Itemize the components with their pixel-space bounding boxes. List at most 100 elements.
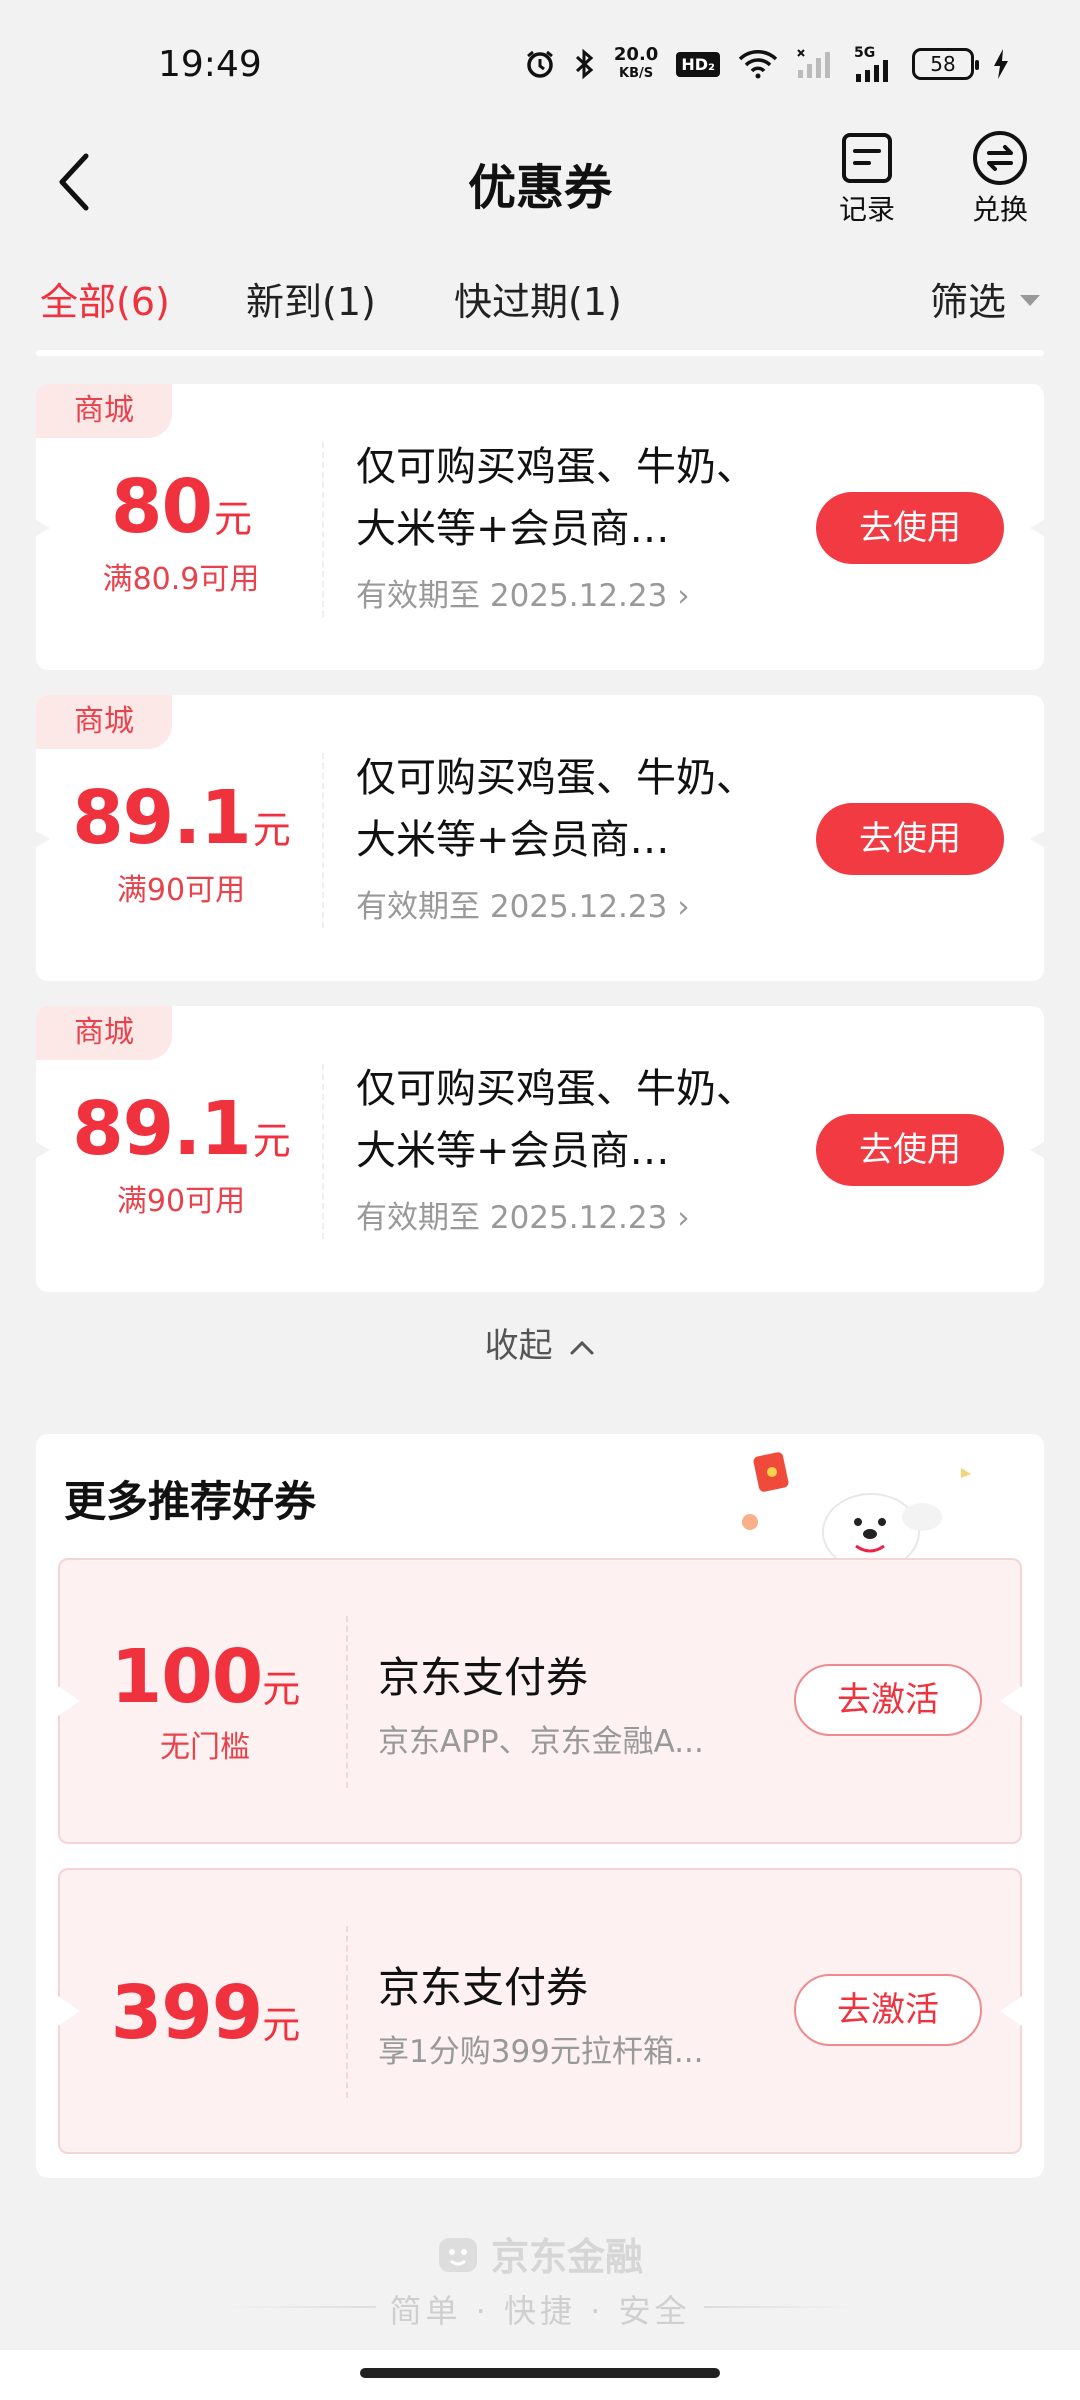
coupon-title: 仅可购买鸡蛋、牛奶、大米等+会员商… (356, 755, 756, 863)
validity-text: 有效期至 2025.12.23 (356, 889, 668, 925)
header: 优惠券 记录 兑换 (0, 130, 1080, 250)
coupon-amount-box: 80元 满80.9可用 (36, 464, 326, 598)
footer-slogan: 简单 · 快捷 · 安全 (389, 2292, 691, 2330)
chevron-up-icon (570, 1340, 594, 1354)
divider (322, 1064, 324, 1239)
network-speed: 20.0 KB/S (614, 46, 658, 82)
divider (346, 1616, 348, 1788)
recommend-amount-box: 399元 (60, 1970, 350, 2056)
activate-button[interactable]: 去激活 (794, 1974, 982, 2046)
dropdown-triangle-icon (1020, 295, 1040, 306)
collapse-button[interactable]: 收起 (0, 1318, 1080, 1367)
alarm-icon (524, 48, 556, 80)
mascot-illustration (736, 1442, 996, 1572)
charging-icon (992, 48, 1010, 80)
coupon-tag: 商城 (36, 384, 172, 438)
hd-badge: HD₂ (676, 51, 720, 77)
use-coupon-button[interactable]: 去使用 (816, 1114, 1004, 1186)
bluetooth-icon (574, 48, 596, 80)
signal-5g-icon: 5G (854, 46, 894, 82)
coupon-amount: 80元 (36, 464, 326, 550)
divider (322, 442, 324, 617)
coupon-tag: 商城 (36, 695, 172, 749)
recommend-amount: 100元 (60, 1634, 350, 1720)
coupon-tabs: 全部(6) 新到(1) 快过期(1) 筛选 (0, 255, 1080, 345)
recommend-amount-box: 100元 无门槛 (60, 1634, 350, 1766)
status-bar: 19:49 20.0 KB/S HD₂ 5G 58 (0, 0, 1080, 130)
exchange-label: 兑换 (971, 193, 1028, 226)
wifi-icon (738, 49, 778, 79)
divider (322, 753, 324, 928)
chevron-right-icon: › (677, 1200, 690, 1236)
coupon-title: 仅可购买鸡蛋、牛奶、大米等+会员商… (356, 444, 756, 552)
recommend-title: 更多推荐好券 (64, 1477, 317, 1526)
signal-label: 5G (854, 45, 876, 61)
activate-button[interactable]: 去激活 (794, 1664, 982, 1736)
tab-all[interactable]: 全部(6) (40, 271, 170, 326)
recommend-coupon-card[interactable]: 100元 无门槛 京东支付券 京东APP、京东金融A... 去激活 (58, 1558, 1022, 1844)
status-time: 19:49 (158, 44, 262, 85)
use-coupon-button[interactable]: 去使用 (816, 803, 1004, 875)
tab-new[interactable]: 新到(1) (246, 271, 376, 326)
coupon-amount: 89.1元 (36, 775, 326, 861)
coupon-card[interactable]: 商城 89.1元 满90可用 仅可购买鸡蛋、牛奶、大米等+会员商… 有效期至 2… (22, 695, 1058, 981)
divider (346, 1926, 348, 2098)
coupon-amount-box: 89.1元 满90可用 (36, 1086, 326, 1220)
validity-text: 有效期至 2025.12.23 (356, 578, 668, 614)
recommend-coupon-desc: 京东APP、京东金融A... (378, 1724, 704, 1760)
collapse-label: 收起 (484, 1326, 553, 1366)
notch (1030, 1134, 1058, 1166)
recommend-coupon-card[interactable]: 399元 京东支付券 享1分购399元拉杆箱... 去激活 (58, 1868, 1022, 2154)
recommend-amount: 399元 (60, 1970, 350, 2056)
coupon-validity[interactable]: 有效期至 2025.12.23 › (356, 1192, 690, 1237)
coupon-tag: 商城 (36, 1006, 172, 1060)
coupon-threshold: 满90可用 (116, 1184, 246, 1219)
amount-value: 399 (110, 1970, 263, 2056)
amount-value: 89.1 (72, 775, 252, 861)
recommend-coupon-name: 京东支付券 (378, 1963, 589, 2012)
filter-button[interactable]: 筛选 (930, 271, 1040, 326)
recommend-threshold: 无门槛 (160, 1730, 250, 1765)
page-title: 优惠券 (467, 160, 612, 216)
validity-text: 有效期至 2025.12.23 (356, 1200, 668, 1236)
amount-unit: 元 (252, 1119, 291, 1163)
amount-value: 80 (111, 464, 213, 550)
coupon-threshold: 满90可用 (116, 873, 246, 908)
coupon-title: 仅可购买鸡蛋、牛奶、大米等+会员商… (356, 1066, 756, 1174)
footer-brand: 京东金融 (0, 2226, 1080, 2281)
recommend-coupon-name: 京东支付券 (378, 1653, 589, 1702)
exchange-icon (972, 130, 1028, 186)
amount-unit: 元 (262, 1667, 300, 1711)
amount-unit: 元 (252, 808, 291, 852)
recommend-panel: 更多推荐好券 100元 无门槛 京东支付券 京东APP、京东金融A... 去激活 (36, 1434, 1044, 2178)
notch (1000, 1996, 1022, 2026)
status-icons: 20.0 KB/S HD₂ 5G 58 (524, 46, 1010, 82)
record-button[interactable]: 记录 (822, 130, 912, 228)
coupon-card[interactable]: 商城 80元 满80.9可用 仅可购买鸡蛋、牛奶、大米等+会员商… 有效期至 2… (22, 384, 1058, 670)
footer-brand-text: 京东金融 (490, 2235, 643, 2279)
battery-icon: 58 (912, 48, 979, 80)
record-icon (839, 130, 895, 186)
coupon-validity[interactable]: 有效期至 2025.12.23 › (356, 881, 690, 926)
use-coupon-button[interactable]: 去使用 (816, 492, 1004, 564)
amount-value: 100 (110, 1634, 263, 1720)
coupon-card[interactable]: 商城 89.1元 满90可用 仅可购买鸡蛋、牛奶、大米等+会员商… 有效期至 2… (22, 1006, 1058, 1292)
amount-value: 89.1 (72, 1086, 252, 1172)
tab-expiring[interactable]: 快过期(1) (454, 271, 622, 326)
coupon-threshold: 满80.9可用 (102, 562, 260, 597)
exchange-button[interactable]: 兑换 (955, 130, 1045, 228)
coupon-amount: 89.1元 (36, 1086, 326, 1172)
filter-label: 筛选 (929, 280, 1006, 324)
chevron-right-icon: › (677, 578, 690, 614)
coupon-validity[interactable]: 有效期至 2025.12.23 › (356, 570, 690, 615)
record-label: 记录 (838, 193, 895, 226)
amount-unit: 元 (262, 2003, 300, 2047)
coupon-amount-box: 89.1元 满90可用 (36, 775, 326, 909)
chevron-right-icon: › (677, 889, 690, 925)
jd-finance-logo-icon (438, 2237, 477, 2272)
notch (1030, 823, 1058, 855)
amount-unit: 元 (213, 497, 252, 541)
net-speed-unit: KB/S (619, 66, 654, 81)
home-indicator[interactable] (360, 2368, 720, 2378)
notch (1030, 512, 1058, 544)
